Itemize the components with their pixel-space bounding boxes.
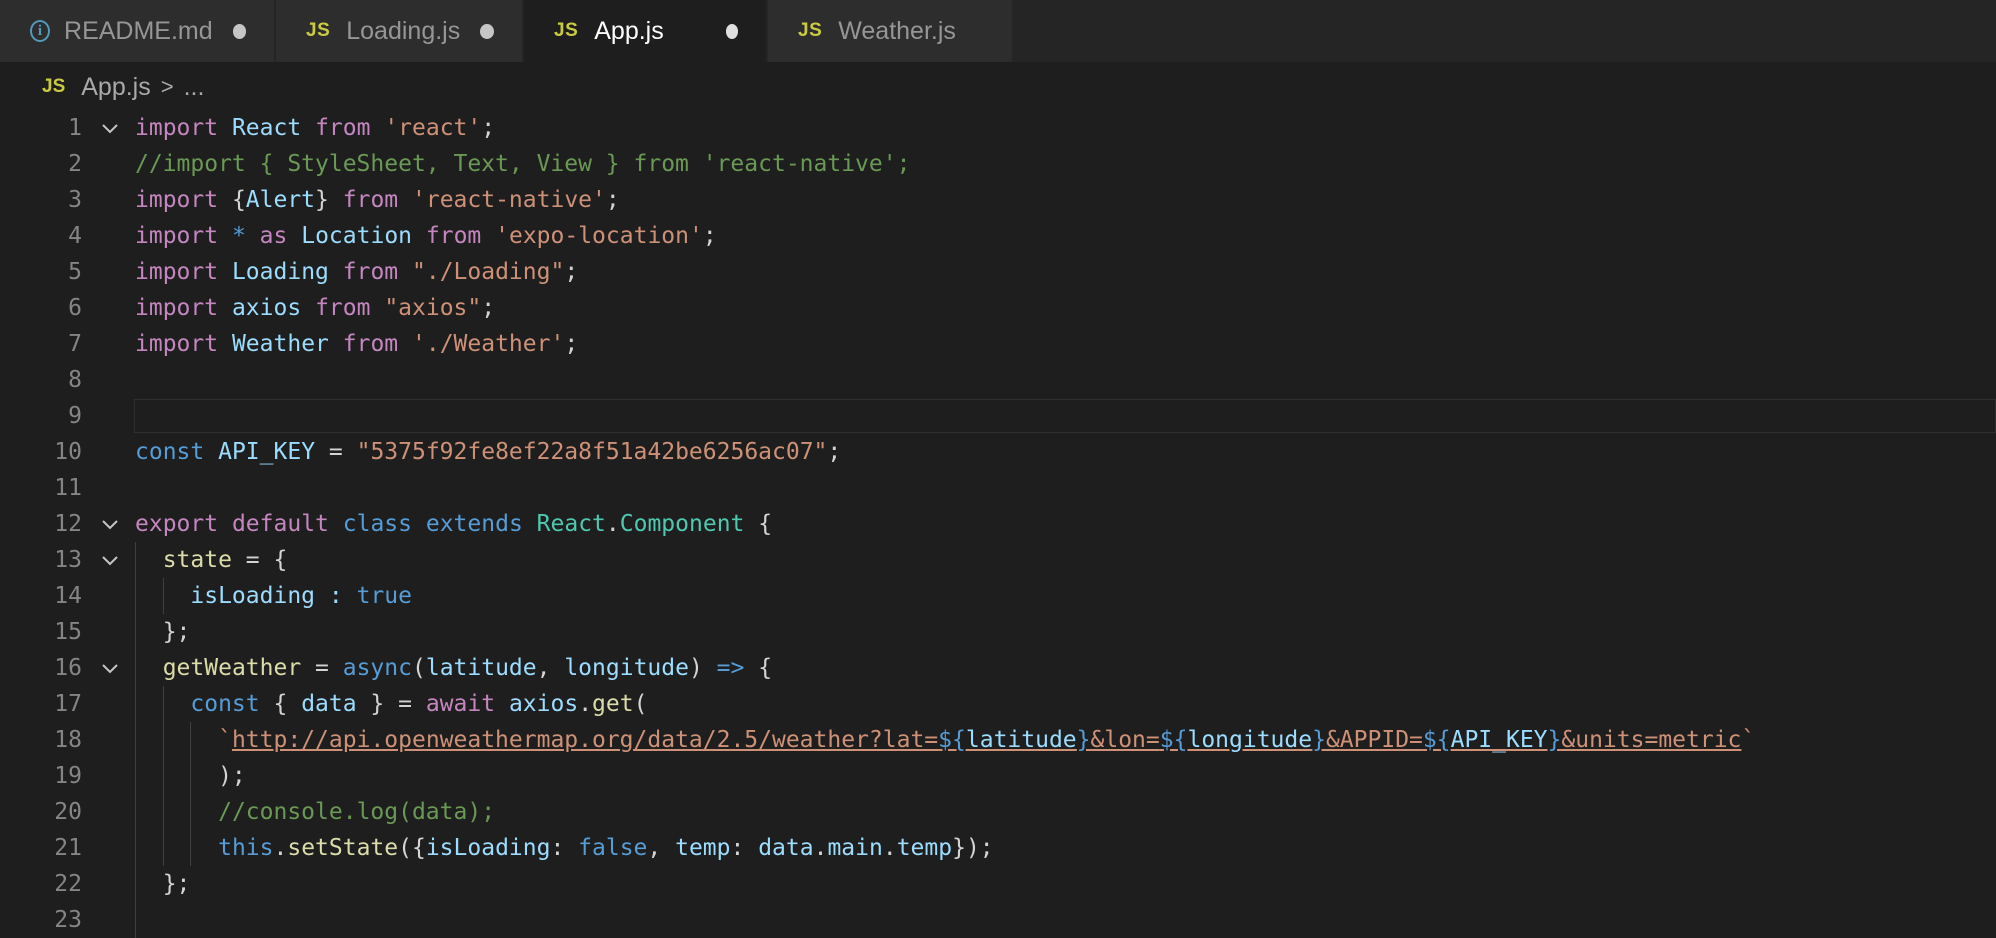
breadcrumb-symbols[interactable]: ... [184, 73, 205, 102]
line-number: 9 [68, 403, 82, 429]
line-number: 7 [68, 331, 82, 357]
code-line[interactable]: 8 [0, 362, 1996, 398]
code-line[interactable]: 20 //console.log(data); [0, 794, 1996, 830]
unsaved-dot-icon[interactable] [480, 23, 494, 39]
code-text: export default class extends React.Compo… [135, 511, 773, 537]
js-file-icon: JS [42, 76, 66, 97]
line-number: 20 [54, 799, 82, 825]
js-file-icon: JS [554, 20, 579, 41]
unsaved-dot-icon[interactable] [725, 23, 738, 39]
code-line[interactable]: 23 [0, 902, 1996, 938]
line-number: 16 [54, 655, 82, 681]
code-text: this.setState({isLoading: false, temp: d… [218, 835, 994, 861]
code-line[interactable]: 5 import Loading from "./Loading"; [0, 254, 1996, 290]
code-line[interactable]: 21 this.setState({isLoading: false, temp… [0, 830, 1996, 866]
code-line[interactable]: 22 }; [0, 866, 1996, 902]
indent-guide [135, 542, 136, 938]
line-number: 12 [54, 511, 82, 537]
line-number: 6 [68, 295, 82, 321]
line-number: 15 [54, 619, 82, 645]
line-number: 4 [68, 223, 82, 249]
line-number: 1 [68, 115, 82, 141]
line-number: 18 [54, 727, 82, 753]
tab-label: Weather.js [838, 16, 956, 45]
unsaved-dot-icon[interactable] [232, 23, 246, 39]
tab-label: Loading.js [346, 16, 461, 45]
line-number: 10 [54, 439, 82, 465]
line-number: 14 [54, 583, 82, 609]
line-number: 22 [54, 871, 82, 897]
code-text: import * as Location from 'expo-location… [135, 223, 717, 249]
info-icon: i [30, 20, 51, 42]
line-number: 3 [68, 187, 82, 213]
line-number: 17 [54, 691, 82, 717]
code-text: const { data } = await axios.get( [190, 691, 648, 717]
code-line[interactable]: 11 [0, 470, 1996, 506]
code-text: getWeather = async(latitude, longitude) … [162, 655, 773, 681]
fold-chevron-down-icon[interactable] [100, 658, 120, 678]
line-number: 23 [54, 907, 82, 933]
indent-guide [163, 578, 164, 614]
tab-label: README.md [64, 16, 213, 45]
line-number: 21 [54, 835, 82, 861]
code-text: import Weather from './Weather'; [135, 331, 579, 357]
code-line[interactable]: 18 `http://api.openweathermap.org/data/2… [0, 722, 1996, 758]
line-number: 5 [68, 259, 82, 285]
code-text: //import { StyleSheet, Text, View } from… [135, 151, 911, 177]
code-line[interactable]: 16 getWeather = async(latitude, longitud… [0, 650, 1996, 686]
line-number: 8 [68, 367, 82, 393]
code-line[interactable]: 15 }; [0, 614, 1996, 650]
breadcrumb-file[interactable]: App.js [81, 73, 150, 102]
code-editor[interactable]: 1 import React from 'react'; 2 //import { S… [0, 110, 1996, 938]
code-text: import React from 'react'; [135, 115, 496, 141]
tab-loading-js[interactable]: JS Loading.js [276, 0, 522, 62]
code-line[interactable]: 13 state = { [0, 542, 1996, 578]
code-line[interactable]: 19 ); [0, 758, 1996, 794]
code-line[interactable]: 14 isLoading : true [0, 578, 1996, 614]
code-line[interactable]: 6 import axios from "axios"; [0, 290, 1996, 326]
code-line[interactable]: 10 const API_KEY = "5375f92fe8ef22a8f51a4… [0, 434, 1996, 470]
code-text: //console.log(data); [218, 799, 496, 825]
tab-readme-md[interactable]: i README.md [0, 0, 274, 62]
code-text: import axios from "axios"; [135, 295, 496, 321]
code-text: }; [135, 871, 191, 897]
line-number: 11 [54, 475, 82, 501]
code-text: state = { [162, 547, 288, 573]
editor-tab-bar: i README.md JS Loading.js JS App.js JS Weather.… [0, 0, 1996, 62]
tab-weather-js[interactable]: JS Weather.js [768, 0, 1012, 62]
breadcrumb: JS App.js > ... [0, 64, 1996, 110]
code-text: `http://api.openweathermap.org/data/2.5/… [218, 727, 1756, 753]
current-line-highlight [134, 399, 1996, 433]
code-line[interactable]: 9 [0, 398, 1996, 434]
indent-guide [163, 686, 164, 866]
tab-app-js[interactable]: JS App.js [524, 0, 766, 62]
indent-guide [190, 722, 191, 866]
tab-label: App.js [594, 16, 664, 45]
js-file-icon: JS [306, 20, 331, 41]
code-text: isLoading : true [190, 583, 412, 609]
code-text: }; [135, 619, 191, 645]
code-text: import Loading from "./Loading"; [135, 259, 579, 285]
line-number: 2 [68, 151, 82, 177]
fold-chevron-down-icon[interactable] [100, 514, 120, 534]
js-file-icon: JS [798, 20, 823, 41]
line-number: 19 [54, 763, 82, 789]
code-line[interactable]: 4 import * as Location from 'expo-locatio… [0, 218, 1996, 254]
code-line[interactable]: 3 import {Alert} from 'react-native'; [0, 182, 1996, 218]
code-text: import {Alert} from 'react-native'; [135, 187, 620, 213]
code-line[interactable]: 17 const { data } = await axios.get( [0, 686, 1996, 722]
code-line[interactable]: 2 //import { StyleSheet, Text, View } fro… [0, 146, 1996, 182]
code-line[interactable]: 7 import Weather from './Weather'; [0, 326, 1996, 362]
fold-chevron-down-icon[interactable] [100, 118, 120, 138]
code-line[interactable]: 1 import React from 'react'; [0, 110, 1996, 146]
code-line[interactable]: 12 export default class extends React.Com… [0, 506, 1996, 542]
line-number: 13 [54, 547, 82, 573]
fold-chevron-down-icon[interactable] [100, 550, 120, 570]
chevron-right-icon: > [160, 74, 174, 99]
code-text: const API_KEY = "5375f92fe8ef22a8f51a42b… [135, 439, 842, 465]
